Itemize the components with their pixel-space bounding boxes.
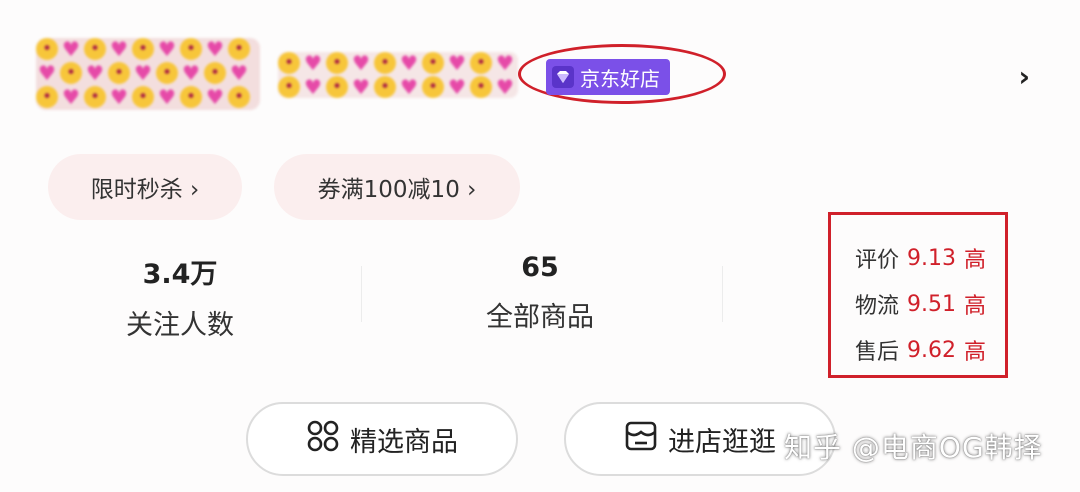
score-value: 9.62	[907, 337, 956, 363]
visit-store-label: 进店逛逛	[668, 426, 776, 458]
face-emoji-icon: •	[84, 38, 106, 60]
heart-emoji-icon: ♥	[62, 85, 80, 109]
face-emoji-icon: •	[326, 76, 348, 98]
jd-good-shop-badge: 京东好店	[546, 59, 670, 95]
store-icon	[624, 419, 658, 460]
face-emoji-icon: •	[36, 86, 58, 108]
stat-followers-value: 3.4万	[142, 259, 218, 290]
stat-products-label: 全部商品	[486, 302, 594, 333]
heart-emoji-icon: ♥	[158, 85, 176, 109]
score-key: 物流	[855, 294, 900, 319]
heart-emoji-icon: ♥	[206, 85, 224, 109]
face-emoji-icon: •	[180, 38, 202, 60]
divider	[722, 266, 723, 322]
score-value: 9.51	[907, 291, 956, 317]
face-emoji-icon: •	[278, 76, 300, 98]
score-key: 售后	[855, 340, 900, 365]
score-row-logistics: 物流 9.51 高	[831, 281, 1005, 327]
divider	[361, 266, 362, 322]
heart-emoji-icon: ♥	[134, 61, 152, 85]
face-emoji-icon: •	[422, 76, 444, 98]
shop-name-blurred: • ♥ • ♥ • ♥ • ♥ • ♥ • ♥ • ♥ • ♥ • ♥ • ♥	[278, 52, 518, 98]
heart-emoji-icon: ♥	[38, 61, 56, 85]
shop-avatar-blurred: • ♥ • ♥ • ♥ • ♥ • ♥ • ♥ • ♥ • ♥ • ♥ • ♥ • ♥ • ♥ • ♥ •	[36, 38, 260, 110]
score-level: 高	[964, 294, 987, 319]
face-emoji-icon: •	[156, 62, 178, 84]
face-emoji-icon: •	[374, 52, 396, 74]
badge-label: 京东好店	[580, 66, 660, 91]
diamond-icon	[552, 66, 574, 88]
face-emoji-icon: •	[36, 38, 58, 60]
stat-all-products[interactable]: 65 全部商品	[460, 252, 620, 334]
heart-emoji-icon: ♥	[448, 75, 466, 98]
heart-emoji-icon: ♥	[448, 52, 466, 75]
heart-emoji-icon: ♥	[206, 38, 224, 61]
face-emoji-icon: •	[204, 62, 226, 84]
face-emoji-icon: •	[132, 38, 154, 60]
score-row-after-sales: 售后 9.62 高	[831, 327, 1005, 373]
face-emoji-icon: •	[278, 52, 300, 74]
heart-emoji-icon: ♥	[496, 52, 514, 75]
score-key: 评价	[855, 248, 900, 273]
heart-emoji-icon: ♥	[158, 38, 176, 61]
heart-emoji-icon: ♥	[400, 52, 418, 75]
face-emoji-icon: •	[132, 86, 154, 108]
watermark: 知乎 @电商OG韩择	[784, 431, 1043, 464]
face-emoji-icon: •	[108, 62, 130, 84]
face-emoji-icon: •	[374, 76, 396, 98]
face-emoji-icon: •	[60, 62, 82, 84]
promo-coupon-chip[interactable]: 券满100减10 ›	[274, 154, 520, 220]
stat-followers-label: 关注人数	[126, 310, 234, 341]
face-emoji-icon: •	[180, 86, 202, 108]
score-level: 高	[964, 248, 987, 273]
heart-emoji-icon: ♥	[110, 38, 128, 61]
featured-products-button[interactable]: 精选商品	[246, 402, 518, 476]
stat-followers[interactable]: 3.4万 关注人数	[100, 252, 260, 342]
face-emoji-icon: •	[326, 52, 348, 74]
heart-emoji-icon: ♥	[86, 61, 104, 85]
heart-emoji-icon: ♥	[400, 75, 418, 98]
stat-products-value: 65	[521, 252, 559, 283]
face-emoji-icon: •	[470, 52, 492, 74]
promo-flash-sale-chip[interactable]: 限时秒杀 ›	[48, 154, 242, 220]
heart-emoji-icon: ♥	[230, 61, 248, 85]
heart-emoji-icon: ♥	[62, 38, 80, 61]
heart-emoji-icon: ♥	[182, 61, 200, 85]
heart-emoji-icon: ♥	[304, 52, 322, 75]
featured-products-label: 精选商品	[350, 426, 458, 458]
shop-detail-chevron-icon[interactable]: ›	[1018, 60, 1030, 93]
score-level: 高	[964, 340, 987, 365]
heart-emoji-icon: ♥	[304, 75, 322, 98]
face-emoji-icon: •	[422, 52, 444, 74]
heart-emoji-icon: ♥	[352, 75, 370, 98]
shop-scores-box: 评价 9.13 高 物流 9.51 高 售后 9.62 高	[828, 212, 1008, 378]
heart-emoji-icon: ♥	[352, 52, 370, 75]
score-value: 9.13	[907, 245, 956, 271]
heart-emoji-icon: ♥	[110, 85, 128, 109]
face-emoji-icon: •	[470, 76, 492, 98]
face-emoji-icon: •	[228, 86, 250, 108]
heart-emoji-icon: ♥	[496, 75, 514, 98]
face-emoji-icon: •	[228, 38, 250, 60]
score-row-review: 评价 9.13 高	[831, 235, 1005, 281]
face-emoji-icon: •	[84, 86, 106, 108]
grid-icon	[306, 419, 340, 460]
